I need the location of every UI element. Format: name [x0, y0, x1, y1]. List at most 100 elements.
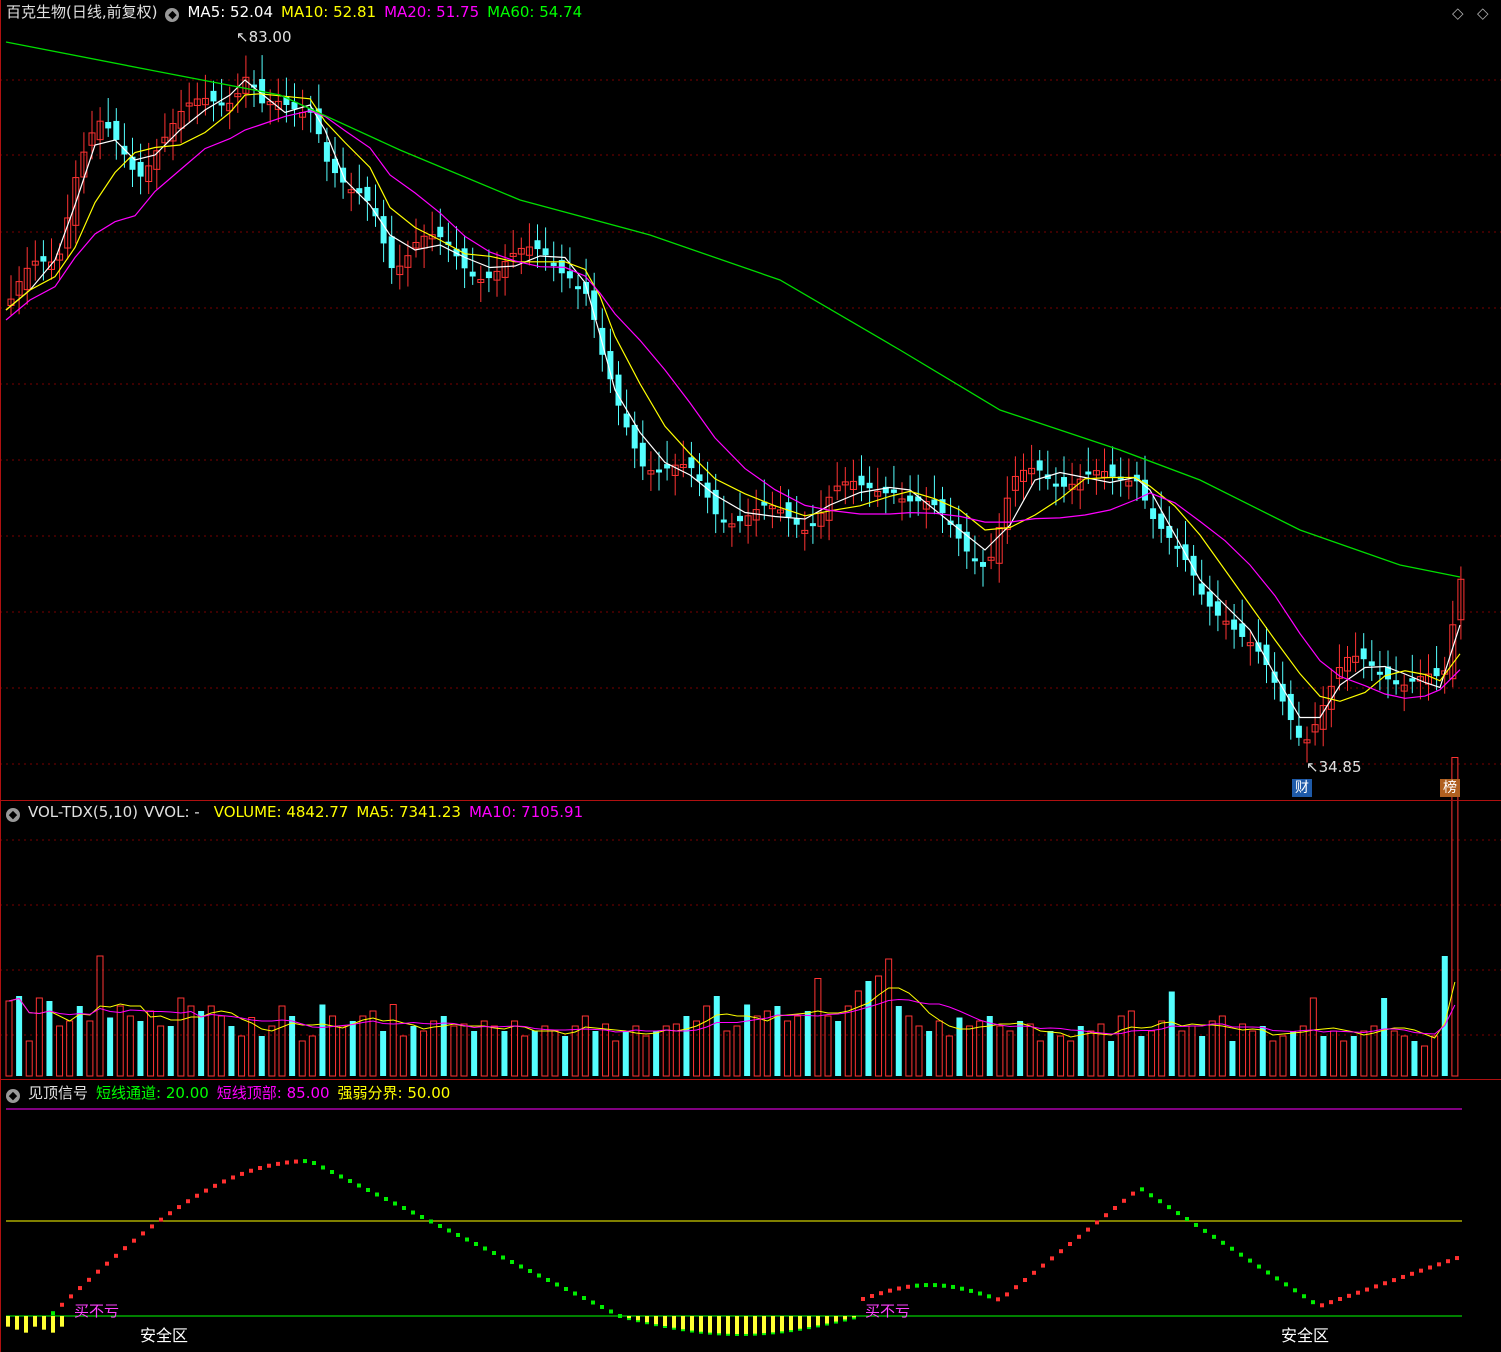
volume-bar: [207, 1005, 215, 1077]
volume-bar: [531, 1030, 538, 1076]
volume-bar: [1259, 1026, 1266, 1076]
volume-bar: [642, 1035, 650, 1077]
volume-bar: [926, 1031, 933, 1076]
volume-bar: [653, 1031, 660, 1076]
signal-dot: [1122, 1198, 1126, 1203]
volume-bar: [116, 1005, 124, 1077]
volume-signal-divider[interactable]: [0, 1079, 1501, 1080]
volume-bar: [501, 1031, 508, 1076]
signal-dot: [1032, 1270, 1036, 1275]
signal-dot: [1284, 1282, 1288, 1287]
signal-dot: [996, 1297, 1000, 1302]
volume-bar: [157, 1025, 165, 1077]
buy-signal-label: 买不亏: [74, 1302, 120, 1320]
candle-body: [656, 469, 662, 473]
dragon-tiger-list-tag[interactable]: 榜: [1440, 779, 1460, 797]
signal-pane-header: ◆ 见顶信号 短线通道: 20.00 短线顶部: 85.00 强弱分界: 50.00: [6, 1082, 458, 1104]
volume-bar: [66, 1020, 74, 1077]
volume-bar: [490, 1025, 498, 1077]
settings-circle-icon[interactable]: ◆: [165, 8, 180, 22]
vvol-label: VVOL: -: [144, 803, 200, 821]
volume-bar: [359, 1015, 367, 1077]
signal-dot: [582, 1296, 586, 1300]
candle-body: [688, 457, 695, 469]
volume-bar: [1381, 998, 1388, 1076]
volume-bar: [966, 1025, 974, 1077]
candle-body: [1231, 619, 1238, 630]
candle-body: [1368, 661, 1375, 666]
volume-bar: [1360, 1030, 1368, 1077]
signal-dot: [339, 1174, 343, 1179]
volume-bar: [562, 1036, 569, 1076]
low-price-value: 34.85: [1318, 758, 1362, 776]
volume-bar: [1421, 1045, 1429, 1077]
volume-bar: [339, 1025, 347, 1077]
candle-body: [1061, 477, 1067, 487]
left-border: [0, 0, 1, 1352]
safe-zone-label: 安全区: [1281, 1326, 1330, 1345]
volume-bar: [1138, 1036, 1145, 1076]
volume-bar: [521, 1035, 529, 1077]
signal-dot: [294, 1159, 298, 1164]
candle-body: [550, 262, 557, 267]
stock-title[interactable]: 百克生物(日线,前复权): [6, 3, 157, 21]
volume-bar: [1239, 1023, 1247, 1077]
volume-bar: [744, 1004, 751, 1076]
signal-dot: [285, 1160, 289, 1165]
volume-bar: [1087, 1030, 1095, 1077]
safe-zone-label: 安全区: [140, 1326, 189, 1345]
volume-bar: [56, 1025, 64, 1077]
financial-report-tag[interactable]: 财: [1292, 779, 1312, 797]
signal-dot: [312, 1161, 316, 1165]
signal-indicator-name[interactable]: 见顶信号: [28, 1084, 88, 1102]
candle-body: [1206, 591, 1213, 607]
signal-dot: [1221, 1240, 1225, 1245]
signal-dot: [357, 1183, 361, 1188]
volume-bar: [935, 1020, 943, 1077]
signal-dot: [195, 1193, 199, 1198]
volume-bar: [76, 1006, 83, 1076]
volume-bar: [167, 1026, 174, 1076]
candle-body: [323, 142, 330, 162]
signal-dot: [141, 1231, 145, 1236]
signal-dot: [240, 1171, 244, 1176]
volume-bar: [804, 1011, 811, 1076]
volume-bar: [1249, 1030, 1257, 1077]
volume-bar: [844, 1005, 852, 1077]
volume-bar: [471, 1031, 478, 1076]
volume-indicator-name[interactable]: VOL-TDX(5,10): [28, 803, 138, 821]
signal-dot: [1014, 1285, 1018, 1290]
volume-bar: [1350, 1036, 1357, 1076]
volume-bar: [976, 1020, 984, 1077]
candle-body: [1109, 464, 1116, 477]
signal-dot: [420, 1215, 424, 1219]
volume-bar: [511, 1020, 519, 1077]
candle-body: [866, 482, 873, 489]
signal-dot: [393, 1201, 397, 1206]
signal-dot: [1275, 1276, 1279, 1281]
restore-icon[interactable]: ◇: [1452, 4, 1464, 22]
signal-dot: [537, 1273, 541, 1278]
volume-bar: [1006, 1030, 1014, 1077]
signal-dot: [1113, 1206, 1117, 1210]
signal-dot: [1050, 1256, 1054, 1261]
volume-bar: [1290, 1031, 1297, 1076]
volume-bar: [1269, 1040, 1277, 1077]
maximize-icon[interactable]: ◇: [1477, 4, 1489, 22]
candle-body: [623, 413, 630, 428]
signal-dot: [1338, 1297, 1342, 1301]
candle-body: [1393, 680, 1400, 685]
legend-value: 短线顶部: 85.00: [216, 1084, 330, 1102]
volume-bar: [1340, 1040, 1348, 1077]
legend-value: MA10: 52.81: [281, 3, 377, 21]
signal-dot: [78, 1286, 82, 1291]
volume-bar: [885, 958, 893, 1077]
volume-bar: [1168, 991, 1175, 1076]
volume-settings-icon[interactable]: ◆: [6, 808, 20, 822]
chart-canvas[interactable]: [0, 0, 1501, 1352]
signal-dot: [186, 1199, 190, 1204]
volume-bar: [1208, 1020, 1216, 1077]
volume-bar: [1067, 1040, 1075, 1077]
signal-dot: [1410, 1271, 1414, 1276]
signal-settings-icon[interactable]: ◆: [6, 1089, 20, 1103]
